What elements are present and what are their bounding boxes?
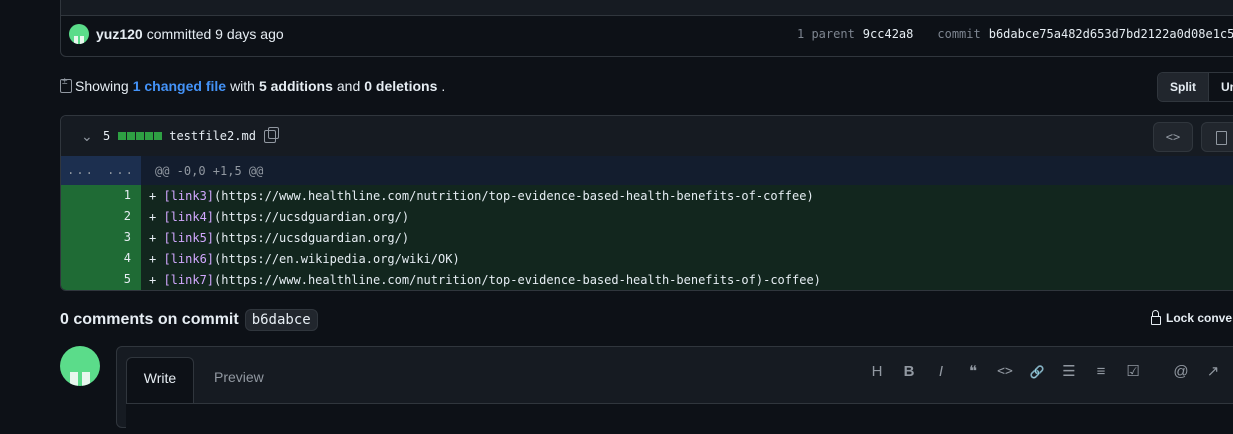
summary-additions: 5 additions bbox=[258, 78, 333, 94]
task-list-icon[interactable]: ☑ bbox=[1117, 361, 1149, 383]
diffstat-blocks bbox=[118, 132, 163, 140]
markdown-toolbar: H B I ❝ <> 🔗 ☰ ≡ ☑ @ ↗ bbox=[861, 361, 1229, 383]
diff-line: 1 + [link3](https://www.healthline.com/n… bbox=[61, 185, 1233, 206]
diff-line: 4 + [link6](https://en.wikipedia.org/wik… bbox=[61, 248, 1233, 269]
quote-icon[interactable]: ❝ bbox=[957, 361, 989, 383]
commit-label: commit bbox=[937, 27, 981, 41]
italic-icon[interactable]: I bbox=[925, 361, 957, 383]
lock-conversation-button[interactable]: Lock conve bbox=[1151, 309, 1233, 325]
summary-with: with bbox=[230, 78, 255, 94]
line-code: + [link3](https://www.healthline.com/nut… bbox=[149, 188, 814, 203]
bold-icon[interactable]: B bbox=[893, 361, 925, 383]
file-icon bbox=[1215, 130, 1227, 145]
branch-row bbox=[61, 0, 1233, 16]
comments-title: 0 comments on commit b6dabce bbox=[60, 308, 318, 332]
diffstat-block bbox=[145, 132, 154, 140]
diff-line: 5 + [link7](https://www.healthline.com/n… bbox=[61, 269, 1233, 290]
diffstat-block bbox=[136, 132, 145, 140]
commit-sha[interactable]: b6dabce75a482d653d7bd2122a0d08e1c528 bbox=[989, 27, 1233, 41]
lock-icon bbox=[1151, 309, 1161, 325]
commit-shas: 1 parent 9cc42a8 commit b6dabce75a482d65… bbox=[797, 21, 1233, 47]
line-number[interactable]: 3 bbox=[61, 227, 141, 248]
comment-editor: Write Preview H B I ❝ <> 🔗 ☰ ≡ ☑ @ ↗ bbox=[116, 346, 1233, 434]
line-number[interactable]: 2 bbox=[61, 206, 141, 227]
expand-down-icon[interactable]: ... bbox=[101, 156, 141, 185]
line-number[interactable]: 1 bbox=[61, 185, 141, 206]
file-header: ⌄ 5 testfile2.md <> bbox=[61, 116, 1233, 157]
unified-view-button[interactable]: Ur bbox=[1209, 73, 1233, 101]
comments-count: 0 comments on commit bbox=[60, 311, 239, 328]
tab-write[interactable]: Write bbox=[126, 357, 194, 404]
file-name-link[interactable]: testfile2.md bbox=[169, 129, 256, 143]
line-number[interactable]: 4 bbox=[61, 248, 141, 269]
chevron-down-icon[interactable]: ⌄ bbox=[81, 128, 101, 145]
heading-icon[interactable]: H bbox=[861, 361, 893, 383]
parent-sha-link[interactable]: 9cc42a8 bbox=[863, 27, 914, 41]
cross-reference-icon[interactable]: ↗ bbox=[1197, 361, 1229, 383]
code-icon[interactable]: <> bbox=[989, 361, 1021, 383]
line-code: + [link5](https://ucsdguardian.org/) bbox=[149, 230, 410, 245]
diff-summary: Showing 1 changed file with 5 additions … bbox=[60, 76, 445, 96]
hunk-header: ... ... @@ -0,0 +1,5 @@ bbox=[61, 156, 1233, 185]
copy-icon[interactable] bbox=[263, 126, 279, 143]
split-view-button[interactable]: Split bbox=[1158, 73, 1209, 101]
tab-preview[interactable]: Preview bbox=[214, 357, 264, 397]
diff-line: 3 + [link5](https://ucsdguardian.org/) bbox=[61, 227, 1233, 248]
link-icon[interactable]: 🔗 bbox=[1021, 361, 1053, 383]
author-link[interactable]: yuz120 bbox=[96, 26, 143, 42]
commit-time: committed 9 days ago bbox=[146, 26, 284, 42]
hunk-text: @@ -0,0 +1,5 @@ bbox=[155, 163, 264, 178]
lock-label: Lock conve bbox=[1166, 311, 1233, 325]
comment-textarea[interactable] bbox=[126, 403, 1233, 434]
commit-meta: yuz120 committed 9 days ago 1 parent 9cc… bbox=[69, 21, 1233, 47]
current-user-avatar[interactable] bbox=[60, 346, 100, 386]
ordered-list-icon[interactable]: ≡ bbox=[1085, 361, 1117, 383]
line-code: + [link6](https://en.wikipedia.org/wiki/… bbox=[149, 251, 460, 266]
file-diff: ⌄ 5 testfile2.md <> ... ... @@ -0,0 +1,5… bbox=[60, 115, 1233, 291]
line-code: + [link7](https://www.healthline.com/nut… bbox=[149, 272, 821, 287]
commit-sha-chip: b6dabce bbox=[244, 309, 318, 331]
changed-files-link[interactable]: 1 changed file bbox=[133, 78, 226, 94]
view-code-button[interactable]: <> bbox=[1153, 122, 1193, 152]
expand-up-icon[interactable]: ... bbox=[61, 156, 101, 185]
file-diff-icon bbox=[60, 76, 72, 93]
unordered-list-icon[interactable]: ☰ bbox=[1053, 361, 1085, 383]
file-actions: <> bbox=[1153, 122, 1233, 152]
summary-period: . bbox=[441, 78, 446, 94]
diffstat-block bbox=[118, 132, 127, 140]
commit-box: yuz120 committed 9 days ago 1 parent 9cc… bbox=[60, 0, 1233, 57]
parent-label: 1 parent bbox=[797, 27, 855, 41]
mention-icon[interactable]: @ bbox=[1165, 361, 1197, 383]
line-code: + [link4](https://ucsdguardian.org/) bbox=[149, 209, 410, 224]
summary-and: and bbox=[336, 78, 361, 94]
diff-line: 2 + [link4](https://ucsdguardian.org/) bbox=[61, 206, 1233, 227]
diffstat-block bbox=[127, 132, 136, 140]
summary-deletions: 0 deletions bbox=[364, 78, 438, 94]
view-file-button[interactable] bbox=[1201, 122, 1233, 152]
diffstat-block bbox=[154, 132, 163, 140]
file-change-count: 5 bbox=[103, 129, 111, 143]
summary-prefix: Showing bbox=[75, 78, 129, 94]
line-number[interactable]: 5 bbox=[61, 269, 141, 290]
author-avatar[interactable] bbox=[69, 24, 89, 44]
diff-view-toggle: Split Ur bbox=[1157, 72, 1233, 102]
